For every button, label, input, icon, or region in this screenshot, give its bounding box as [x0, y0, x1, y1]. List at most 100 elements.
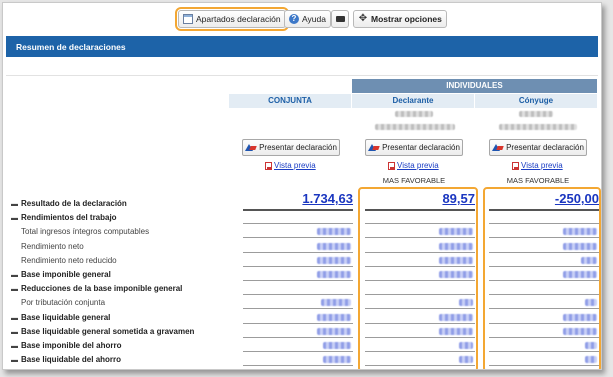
present-label: Presentar declaración — [259, 143, 337, 152]
row-label-text: Base imponible general — [21, 270, 111, 279]
mas-favorable-conyuge: MAS FAVORABLE — [506, 176, 570, 185]
vista-label: Vista previa — [274, 161, 316, 170]
value-underline — [365, 322, 475, 324]
row-label: ▬ Base liquidable del ahorro — [11, 355, 121, 364]
redacted-value[interactable] — [563, 327, 597, 335]
redacted-value[interactable] — [323, 342, 351, 349]
row-label-text: Base liquidable del ahorro — [21, 355, 122, 365]
redacted-value[interactable] — [585, 356, 597, 364]
value-underline — [243, 251, 353, 253]
row-label: ▬ Base imponible del ahorro — [11, 341, 121, 350]
redacted-value[interactable] — [563, 313, 597, 321]
redacted-value[interactable] — [439, 313, 473, 321]
apartados-declaracion-button[interactable]: Apartados declaración — [175, 7, 289, 31]
value-underline — [243, 365, 353, 367]
value-underline — [365, 336, 475, 338]
value-underline — [365, 351, 475, 352]
redacted-value[interactable] — [439, 228, 473, 236]
table-row: ▬ Base liquidable general sometida a grav… — [3, 325, 601, 339]
redacted-value[interactable] — [585, 342, 597, 349]
present-conyuge-button[interactable]: Presentar declaración — [489, 139, 587, 156]
value-underline — [243, 265, 353, 267]
redacted-value[interactable] — [585, 299, 597, 307]
camera-icon — [335, 16, 345, 22]
table-row: ▬ Resultado de la declaración — [3, 197, 601, 211]
row-label: ▬ Base liquidable general sometida a grav… — [11, 327, 194, 336]
value-underline — [489, 365, 599, 367]
value-underline — [243, 223, 353, 225]
table-row: ▬ Base imponible general — [3, 268, 601, 282]
vista-previa-conyuge-link[interactable]: Vista previa — [512, 161, 563, 170]
redacted-value[interactable] — [459, 299, 473, 307]
redacted-value[interactable] — [317, 327, 351, 335]
value-underline — [489, 351, 599, 352]
redacted-value[interactable] — [323, 356, 351, 364]
vista-label: Vista previa — [397, 161, 439, 170]
table-row: ▬ Base liquidable del ahorro — [3, 353, 601, 367]
row-label: ▬ Reducciones de la base imponible genera… — [11, 284, 182, 293]
row-label-text: Base imponible del ahorro — [21, 341, 122, 350]
redacted-name-conyuge — [519, 111, 553, 117]
redacted-value[interactable] — [563, 242, 597, 250]
help-label: Ayuda — [302, 14, 326, 24]
row-label: Rendimiento neto — [21, 242, 84, 251]
individuales-header: INDIVIDUALES — [352, 79, 597, 93]
value-underline — [365, 237, 475, 239]
value-underline — [489, 322, 599, 324]
row-label-text: Rendimiento neto — [21, 241, 84, 251]
redacted-value[interactable] — [439, 327, 473, 335]
value-underline — [365, 265, 475, 267]
row-label: Por tributación conjunta — [21, 298, 105, 307]
value-underline — [489, 308, 599, 310]
redacted-value[interactable] — [563, 271, 597, 278]
redacted-value[interactable] — [439, 242, 473, 250]
help-button[interactable]: ? Ayuda — [284, 10, 331, 28]
redacted-value[interactable] — [459, 356, 473, 364]
section-title: Resumen de declaraciones — [16, 42, 126, 52]
value-underline — [365, 223, 475, 225]
redacted-value[interactable] — [439, 271, 473, 278]
redacted-value[interactable] — [563, 228, 597, 236]
declarante-header: Declarante — [352, 94, 474, 108]
value-underline — [489, 294, 599, 296]
row-label: ▬ Rendimientos del trabajo — [11, 213, 117, 222]
options-label: Mostrar opciones — [371, 14, 442, 24]
redacted-value[interactable] — [317, 228, 351, 236]
show-options-button[interactable]: ✥ Mostrar opciones — [353, 10, 447, 28]
value-underline — [243, 351, 353, 352]
vista-previa-declarante-link[interactable]: Vista previa — [388, 161, 439, 170]
redacted-id-declarante — [375, 124, 455, 130]
divider — [6, 75, 598, 76]
redacted-value[interactable] — [317, 313, 351, 321]
row-label-text: Rendimiento neto reducido — [21, 255, 117, 265]
vista-previa-conjunta-link[interactable]: Vista previa — [265, 161, 316, 170]
value-underline — [489, 280, 599, 281]
redacted-value[interactable] — [459, 342, 473, 349]
conyuge-header: Cónyuge — [475, 94, 597, 108]
redacted-value[interactable] — [317, 242, 351, 250]
value-underline — [243, 322, 353, 324]
bullet-icon: ▬ — [11, 286, 18, 294]
row-label-text: Por tributación conjunta — [21, 298, 106, 308]
table-row: Rendimiento neto reducido — [3, 254, 601, 268]
bullet-icon: ▬ — [11, 272, 18, 279]
present-declarante-button[interactable]: Presentar declaración — [365, 139, 463, 156]
redacted-value[interactable] — [317, 256, 351, 264]
row-label-text: Rendimientos del trabajo — [21, 213, 117, 223]
present-conjunta-button[interactable]: Presentar declaración — [242, 139, 340, 156]
redacted-value[interactable] — [317, 271, 351, 278]
camera-button[interactable] — [331, 10, 349, 28]
redacted-value[interactable] — [439, 256, 473, 264]
row-label-text: Total ingresos íntegros computables — [21, 227, 150, 237]
redacted-value[interactable] — [321, 299, 351, 307]
redacted-value[interactable] — [581, 256, 597, 264]
mas-favorable-declarante: MAS FAVORABLE — [382, 176, 446, 185]
value-underline — [489, 336, 599, 338]
row-label: ▬ Base imponible general — [11, 270, 111, 279]
row-label-text: Base liquidable general — [21, 312, 111, 322]
row-label-text: Base liquidable general sometida a grava… — [21, 326, 195, 336]
present-label: Presentar declaración — [382, 143, 460, 152]
aeat-logo-icon — [492, 143, 503, 152]
pdf-icon — [512, 161, 519, 170]
value-underline — [489, 237, 599, 239]
